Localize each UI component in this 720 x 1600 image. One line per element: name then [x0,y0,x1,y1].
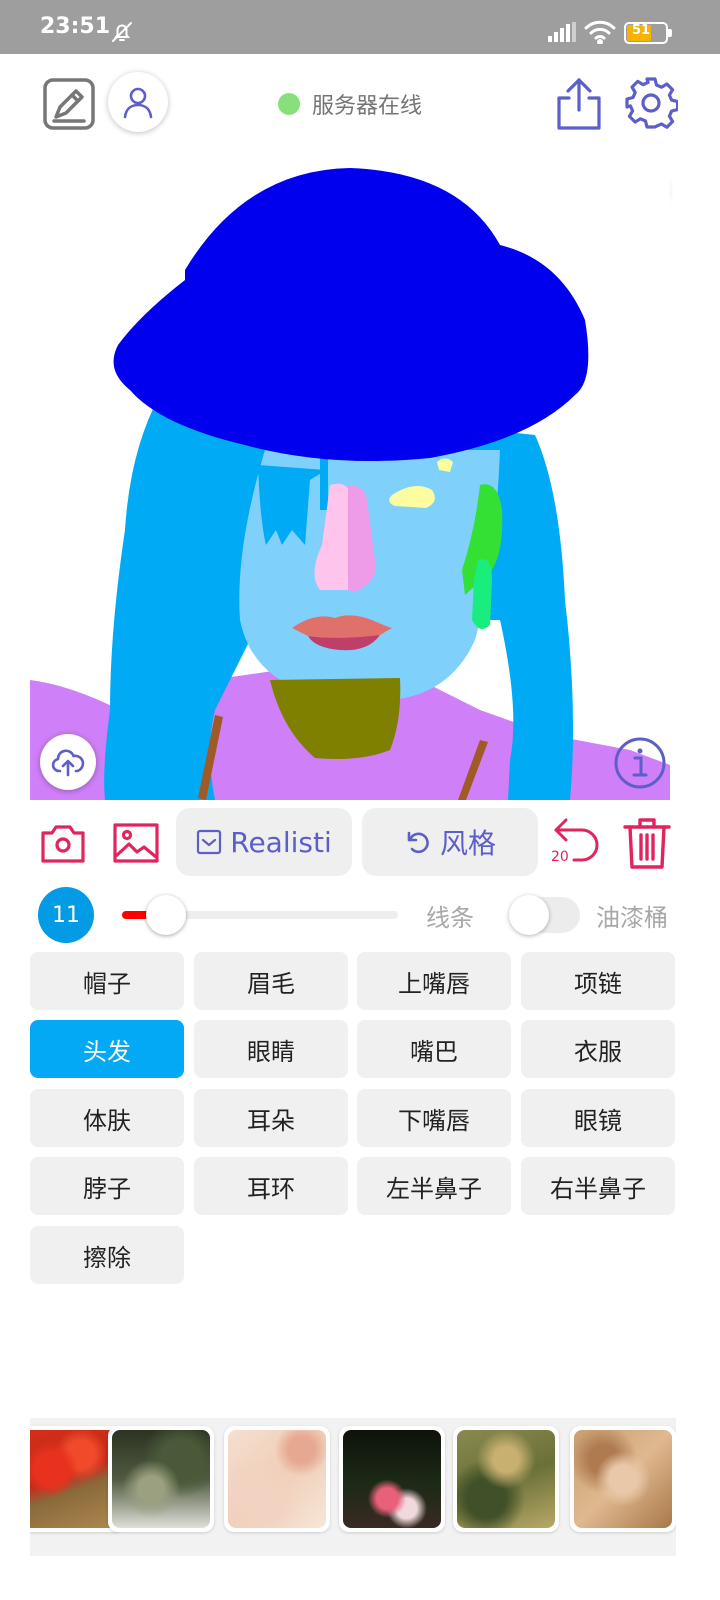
model-label: Realisti [230,825,332,859]
status-time: 23:51 [40,14,111,39]
brush-size-badge: 11 [38,887,94,943]
part-button-glasses[interactable]: 眼镜 [521,1089,675,1147]
bucket-mode-label: 油漆桶 [596,904,668,932]
status-bar: 23:51 51 [0,0,720,54]
server-status-text: 服务器在线 [312,94,423,119]
camera-icon[interactable] [40,822,86,864]
image-icon[interactable] [112,822,160,864]
checkbox-icon [197,829,222,855]
style-thumbnail[interactable] [108,1426,214,1532]
line-mode-label: 线条 [426,904,474,932]
signal-icon [548,22,576,46]
cloud-upload-icon[interactable] [40,734,96,790]
part-button-earrings[interactable]: 耳环 [194,1157,348,1215]
server-status: 服务器在线 [278,88,422,120]
part-button-lower-lip[interactable]: 下嘴唇 [357,1089,511,1147]
bell-off-icon [110,20,134,48]
style-thumbnail[interactable] [224,1426,330,1532]
battery-level: 51 [632,23,651,38]
style-thumbnail[interactable] [453,1426,559,1532]
part-button-left-nose[interactable]: 左半鼻子 [357,1157,511,1215]
part-button-erase[interactable]: 擦除 [30,1226,184,1284]
part-button-neck[interactable]: 脖子 [30,1157,184,1215]
drawing-canvas[interactable] [30,150,670,800]
part-button-eyebrows[interactable]: 眉毛 [194,952,348,1010]
style-label: 风格 [439,827,496,860]
status-dot [278,93,300,115]
battery-icon: 51 [624,22,672,44]
slider-thumb[interactable] [146,895,187,935]
info-icon[interactable] [613,736,667,790]
model-select-button[interactable]: Realisti [176,808,352,876]
app-screen: 23:51 51 服务器在线 Realisti 风格 20 11 线条 油漆桶 … [0,0,720,1600]
wifi-icon [584,20,616,48]
part-button-skin[interactable]: 体肤 [30,1089,184,1147]
style-button[interactable]: 风格 [362,808,538,876]
part-button-right-nose[interactable]: 右半鼻子 [521,1157,675,1215]
trash-icon[interactable] [622,816,672,870]
part-button-hat[interactable]: 帽子 [30,952,184,1010]
part-button-necklace[interactable]: 项链 [521,952,675,1010]
part-button-upper-lip[interactable]: 上嘴唇 [357,952,511,1010]
part-button-clothes[interactable]: 衣服 [521,1020,675,1078]
undo-count: 20 [551,849,569,865]
part-button-ears[interactable]: 耳朵 [194,1089,348,1147]
user-icon[interactable] [108,72,168,132]
style-thumbnail[interactable] [339,1426,445,1532]
rotate-icon [407,831,429,854]
gear-icon[interactable] [624,76,680,130]
part-button-hair[interactable]: 头发 [30,1020,184,1078]
share-icon[interactable] [554,76,604,132]
part-button-mouth[interactable]: 嘴巴 [357,1020,511,1078]
style-thumbnail[interactable] [570,1426,676,1532]
style-thumbnail-strip[interactable] [30,1418,676,1556]
bucket-toggle-knob[interactable] [509,895,549,935]
part-button-eyes[interactable]: 眼睛 [194,1020,348,1078]
edit-icon[interactable] [42,77,96,131]
